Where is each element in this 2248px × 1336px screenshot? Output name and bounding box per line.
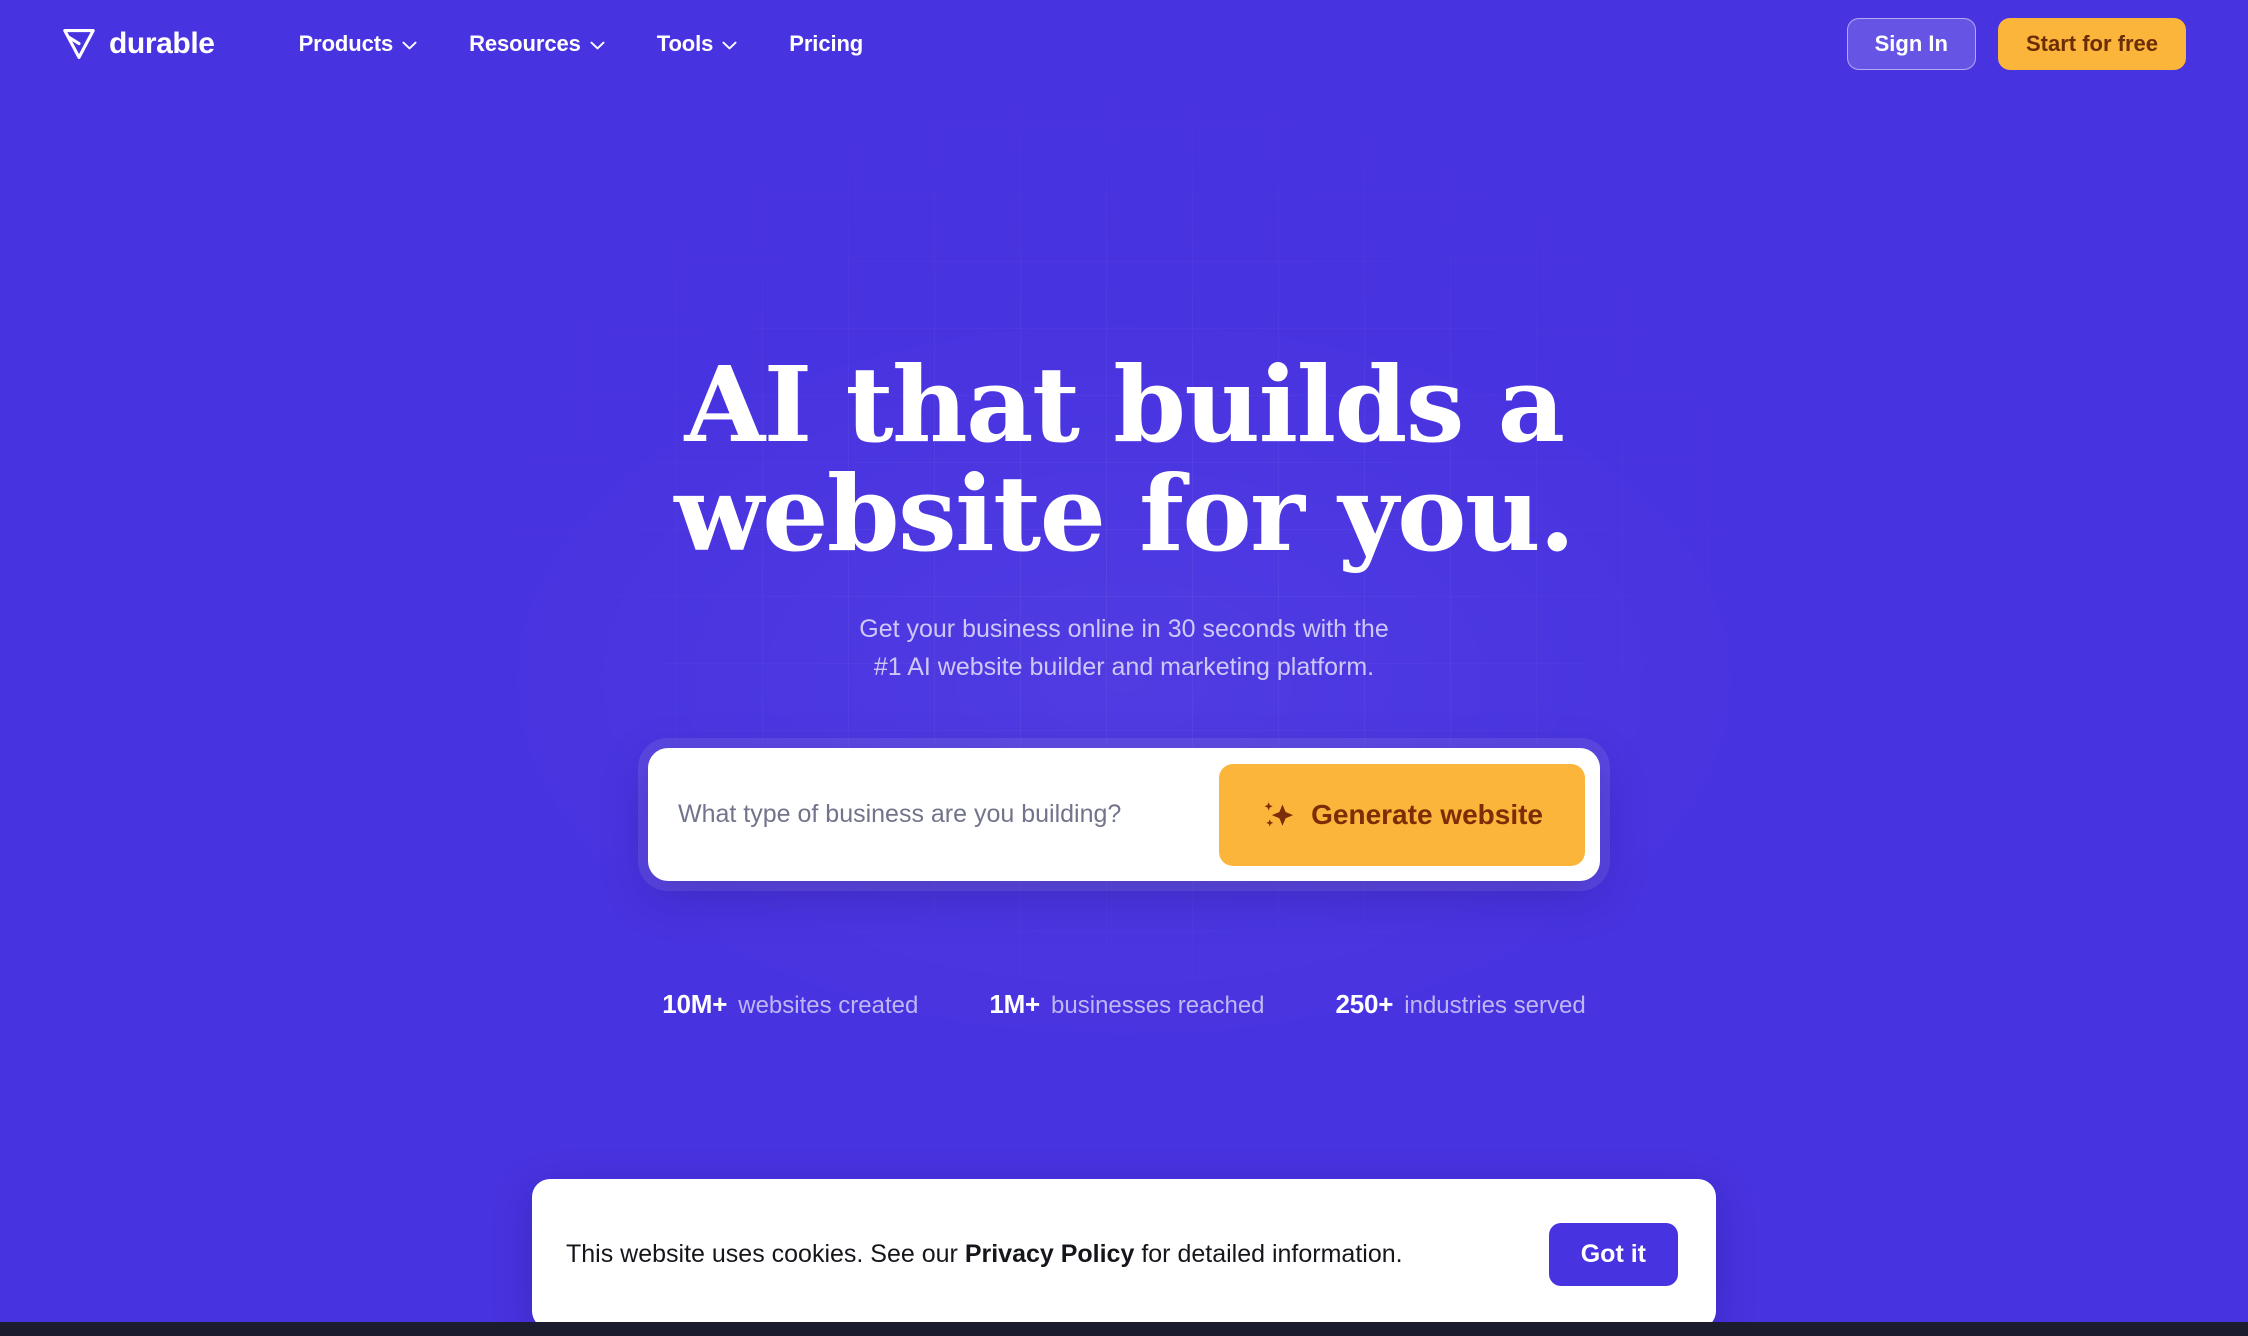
nav-item-products[interactable]: Products <box>273 21 444 67</box>
cookie-text-before: This website uses cookies. See our <box>566 1239 965 1268</box>
stats-row: 10M+ websites created 1M+ businesses rea… <box>0 989 2248 1020</box>
nav-item-resources[interactable]: Resources <box>443 21 631 67</box>
generate-website-label: Generate website <box>1311 798 1543 830</box>
nav-item-label: Products <box>298 31 394 56</box>
hero-title-line-2: website for you. <box>674 452 1575 576</box>
hero-section: AI that builds a website for you. Get yo… <box>0 0 2248 1020</box>
nav-item-label: Pricing <box>789 31 864 56</box>
generator-wrapper: Generate website <box>648 748 1600 882</box>
hero-subtitle: Get your business online in 30 seconds w… <box>0 610 2248 686</box>
generate-website-button[interactable]: Generate website <box>1219 763 1585 866</box>
nav-item-pricing[interactable]: Pricing <box>763 21 889 67</box>
stat-item: 1M+ businesses reached <box>976 989 1277 1020</box>
sign-in-button[interactable]: Sign In <box>1846 18 1976 70</box>
stat-value: 10M+ <box>662 989 728 1020</box>
nav-links: Products Resources Tools Pricing <box>273 21 890 67</box>
stat-label: businesses reached <box>1051 992 1265 1020</box>
nav-item-label: Resources <box>469 31 581 56</box>
top-navigation-bar: durable Products Resources Tools Pricing… <box>0 0 2248 88</box>
cookie-banner-text: This website uses cookies. See our Priva… <box>566 1237 1403 1272</box>
stat-label: websites created <box>738 992 919 1020</box>
nav-item-tools[interactable]: Tools <box>631 21 764 67</box>
brand-name: durable <box>109 27 215 60</box>
cookie-consent-banner: This website uses cookies. See our Priva… <box>532 1179 1716 1329</box>
sparkle-icon <box>1261 798 1295 832</box>
hero-subtitle-line-2: #1 AI website builder and marketing plat… <box>873 653 1375 682</box>
stat-value: 1M+ <box>989 989 1041 1020</box>
cookie-text-after: for detailed information. <box>1134 1239 1403 1268</box>
diamond-gem-icon <box>62 29 96 59</box>
chevron-down-icon <box>590 38 605 50</box>
start-for-free-button[interactable]: Start for free <box>1997 18 2186 70</box>
privacy-policy-link[interactable]: Privacy Policy <box>965 1240 1135 1268</box>
page-title: AI that builds a website for you. <box>0 343 2248 576</box>
hero-title-line-1: AI that builds a <box>684 343 1565 466</box>
brand-logo-link[interactable]: durable <box>62 29 215 59</box>
chevron-down-icon <box>402 38 417 50</box>
chevron-down-icon <box>722 38 737 50</box>
nav-actions: Sign In Start for free <box>1846 18 2186 70</box>
business-type-input[interactable] <box>678 800 1220 830</box>
browser-bottom-chrome <box>0 1322 2248 1336</box>
hero-subtitle-line-1: Get your business online in 30 seconds w… <box>859 615 1389 644</box>
website-generator-bar: Generate website <box>648 748 1600 882</box>
stat-label: industries served <box>1404 992 1586 1020</box>
stat-value: 250+ <box>1335 989 1394 1020</box>
stat-item: 250+ industries served <box>1323 989 1599 1020</box>
got-it-button[interactable]: Got it <box>1548 1222 1678 1286</box>
nav-item-label: Tools <box>656 31 714 56</box>
stat-item: 10M+ websites created <box>649 989 931 1020</box>
